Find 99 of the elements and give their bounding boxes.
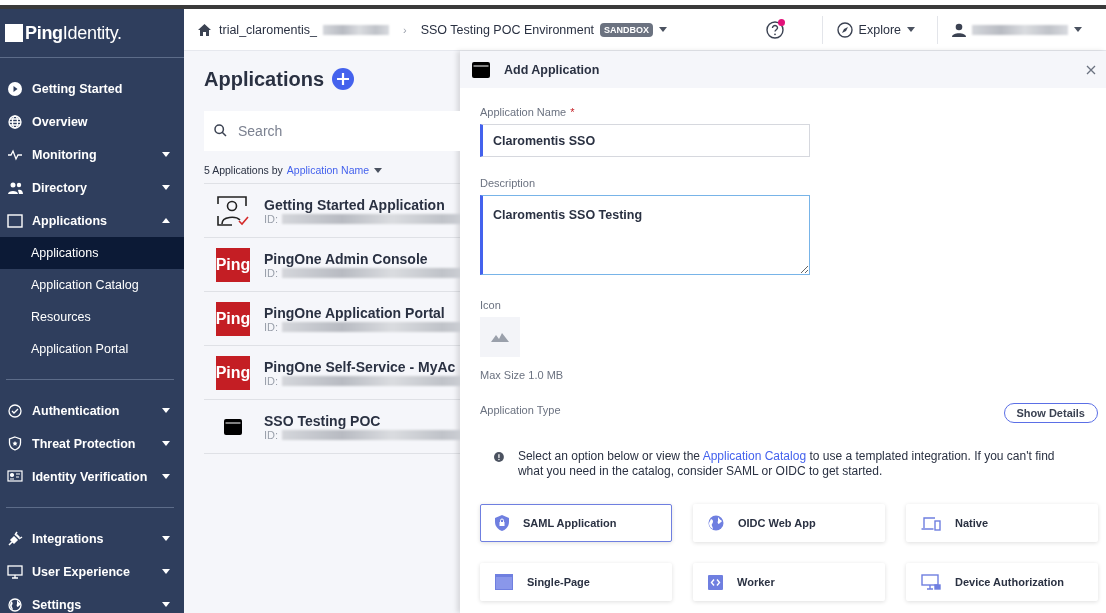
check-circle-icon	[8, 403, 22, 418]
catalog-link[interactable]: Application Catalog	[702, 449, 807, 463]
name-field[interactable]: Claromentis SSO	[480, 124, 810, 157]
caret-icon	[162, 441, 170, 446]
environment-badge: SANDBOX	[600, 22, 654, 37]
application-type-option[interactable]: Worker	[693, 563, 885, 601]
shield-icon	[8, 436, 22, 451]
breadcrumb-link[interactable]: trial_claromentis_	[219, 22, 317, 37]
plug-icon	[7, 531, 23, 546]
nav-subitem[interactable]: Resources	[0, 301, 184, 333]
shield-lock-icon	[495, 515, 509, 531]
applications-count: 5 Applications by	[204, 164, 283, 176]
caret-icon	[162, 602, 170, 607]
play-icon	[8, 81, 22, 96]
window-icon	[224, 418, 242, 435]
application-name: SSO Testing POC	[264, 412, 382, 429]
field-label: Description	[480, 177, 536, 189]
ping-logo: Ping	[216, 301, 250, 336]
description-field[interactable]: Claromentis SSO Testing	[480, 195, 810, 275]
nav-item[interactable]: Getting Started	[7, 72, 174, 105]
window-icon	[472, 61, 490, 78]
user-check-icon	[217, 195, 249, 226]
caret-icon	[162, 536, 170, 541]
pulse-icon	[8, 147, 22, 162]
nav-item[interactable]: Applications	[7, 204, 174, 237]
mountain-icon	[491, 332, 509, 342]
globe-icon	[8, 114, 22, 129]
application-name: Getting Started Application	[264, 196, 446, 213]
caret-icon	[162, 408, 170, 413]
nav-item[interactable]: Integrations	[7, 522, 174, 555]
nav-subitem[interactable]: Applications	[0, 237, 184, 269]
id-label: ID:	[264, 266, 279, 279]
application-name: PingOne Admin Console	[264, 250, 429, 267]
id-label: ID:	[264, 212, 279, 225]
ping-logo: Ping	[216, 355, 250, 390]
caret-icon	[162, 474, 170, 479]
application-type-option[interactable]: Single-Page	[480, 563, 672, 601]
nav-subitem[interactable]: Application Catalog	[0, 269, 184, 301]
caret-icon	[659, 27, 668, 32]
users-icon	[7, 181, 23, 194]
caret-icon	[1074, 27, 1082, 32]
alert-icon	[494, 449, 504, 465]
logo-square-icon	[5, 24, 23, 42]
nav-item[interactable]: Threat Protection	[7, 427, 174, 460]
devices-icon	[921, 515, 941, 531]
window-icon	[7, 213, 23, 228]
size-note: Max Size 1.0 MB	[480, 369, 565, 381]
id-card-icon	[7, 469, 23, 484]
search-field[interactable]: Search	[204, 111, 460, 151]
application-type-option[interactable]: Native	[906, 504, 1098, 542]
nav-item[interactable]: Monitoring	[7, 138, 174, 171]
id-label: ID:	[264, 428, 279, 441]
caret-icon	[374, 167, 383, 173]
field-label: Application Name	[480, 106, 567, 118]
caret-icon	[162, 185, 170, 190]
caret-icon	[162, 569, 170, 574]
caret-icon	[162, 218, 170, 223]
globe-icon	[8, 597, 22, 612]
nav-item[interactable]: Overview	[7, 105, 174, 138]
explore-menu[interactable]: Explore	[821, 15, 929, 44]
globe-icon	[708, 515, 724, 531]
sort-dropdown[interactable]: Application Name	[286, 164, 383, 176]
compass-icon	[836, 21, 853, 38]
home-icon[interactable]	[198, 23, 211, 36]
logo: PingIdentity.	[25, 22, 122, 44]
code-icon	[708, 574, 723, 590]
nav-subitem[interactable]: Application Portal	[0, 333, 184, 365]
nav-item[interactable]: Identity Verification	[7, 460, 174, 493]
breadcrumb-link[interactable]: SSO Testing POC Environment	[420, 22, 595, 37]
field-label: Icon	[480, 299, 501, 311]
ping-logo: Ping	[216, 247, 250, 282]
nav-item[interactable]: User Experience	[7, 555, 174, 588]
help-icon[interactable]	[765, 20, 784, 39]
panel-title: Add Application	[504, 62, 600, 77]
application-type-option[interactable]: Device Authorization	[906, 563, 1098, 601]
close-icon[interactable]	[1086, 64, 1096, 75]
show-details-button[interactable]: Show Details	[1003, 403, 1098, 423]
id-label: ID:	[264, 374, 279, 387]
id-label: ID:	[264, 320, 279, 333]
required-mark: *	[570, 106, 575, 118]
user-icon	[952, 22, 966, 37]
browser-window-icon	[495, 574, 513, 590]
monitor-icon	[7, 564, 23, 579]
info-text: Select an option below or view the Application Catalog to use a templated integration. If you can't find what you need in the catalog, consider SAML or OIDC to get started.	[517, 449, 1056, 478]
monitor-lock-icon	[921, 574, 941, 590]
application-name: PingOne Self-Service - MyAc	[264, 358, 457, 375]
search-icon	[214, 124, 227, 137]
caret-icon	[162, 152, 170, 157]
application-type-option[interactable]: OIDC Web App	[693, 504, 885, 542]
caret-icon	[907, 27, 915, 32]
breadcrumb-separator: ›	[402, 23, 407, 36]
nav-item[interactable]: Settings	[7, 588, 174, 613]
nav-item[interactable]: Authentication	[7, 394, 174, 427]
add-icon[interactable]	[332, 68, 354, 90]
application-name: PingOne Application Portal	[264, 304, 446, 321]
nav-item[interactable]: Directory	[7, 171, 174, 204]
field-label: Application Type	[480, 404, 561, 416]
page-title: Applications	[204, 67, 324, 91]
application-type-option[interactable]: SAML Application	[480, 504, 672, 542]
